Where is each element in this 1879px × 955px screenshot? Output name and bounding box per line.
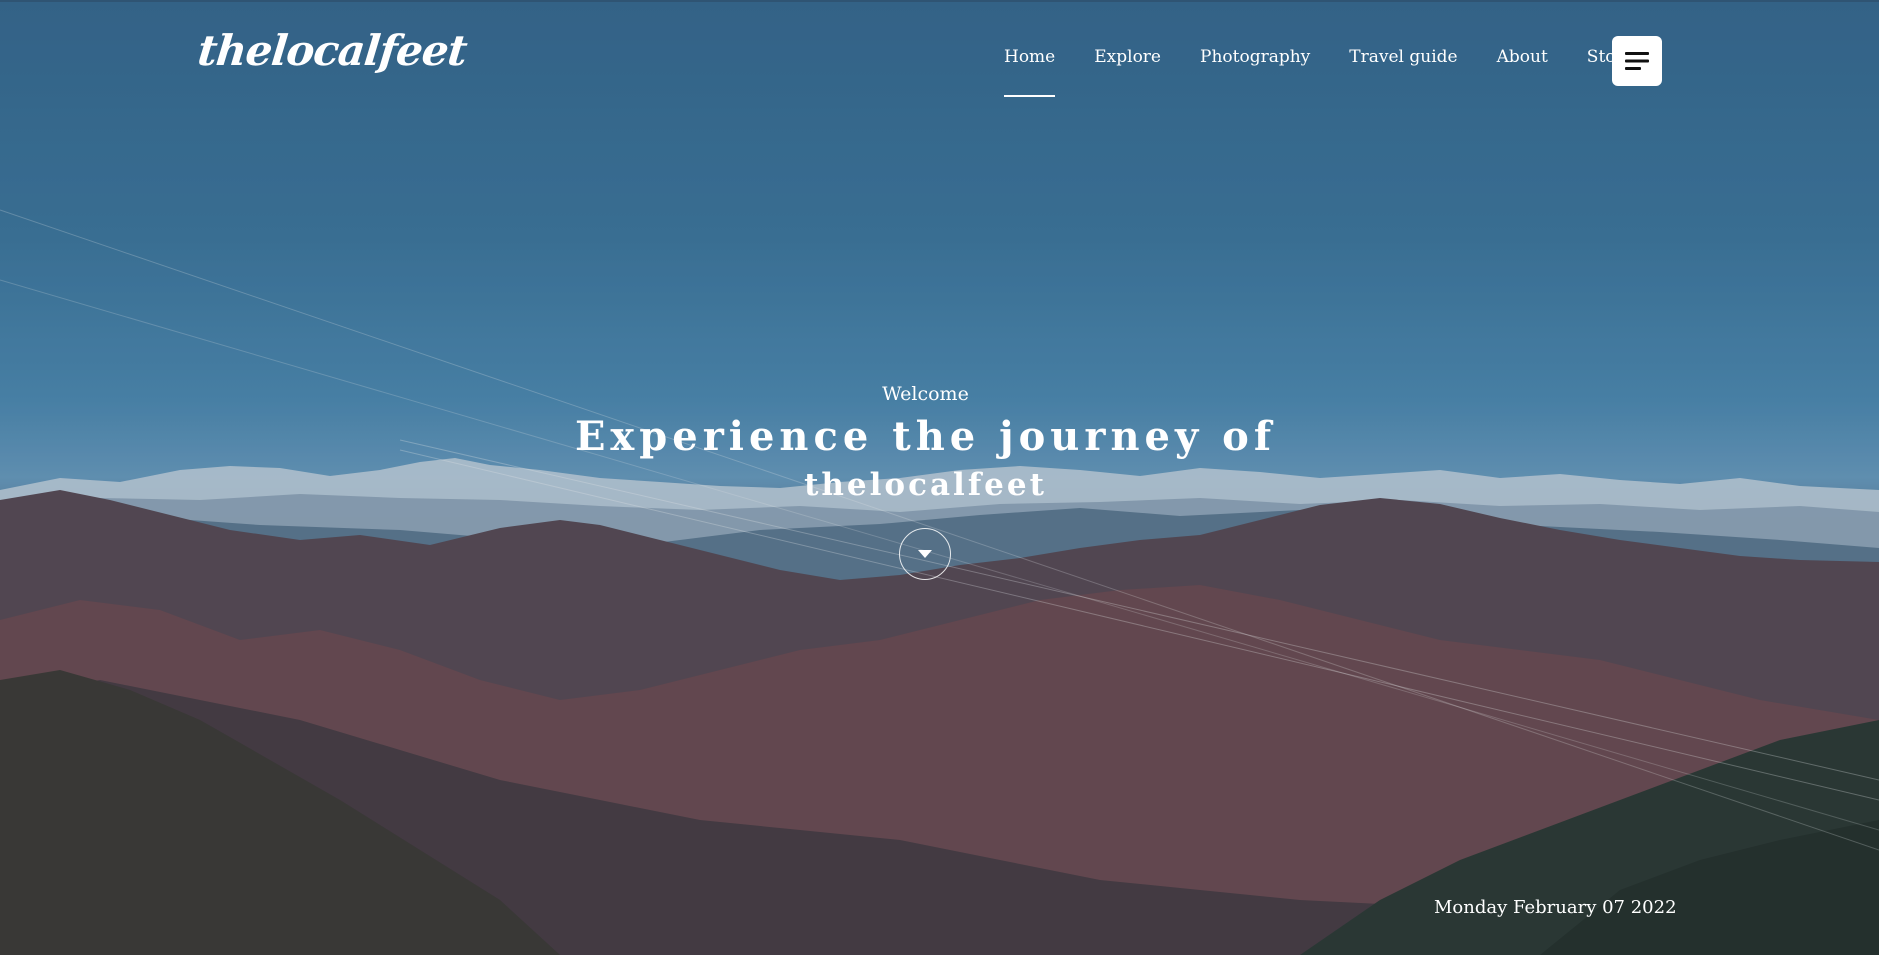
- hero-headline-line1: Experience the journey of: [574, 413, 1277, 460]
- nav-item-explore[interactable]: Explore: [1094, 47, 1161, 67]
- hero-headline: Experience the journey of thelocalfeet: [0, 412, 1851, 510]
- hero-headline-line2: thelocalfeet: [804, 467, 1047, 503]
- site-logo[interactable]: thelocalfeet: [195, 26, 468, 75]
- caret-down-icon: [918, 550, 932, 558]
- main-navigation: Home Explore Photography Travel guide Ab…: [1004, 47, 1673, 97]
- nav-item-travel-guide[interactable]: Travel guide: [1349, 47, 1457, 67]
- top-border: [0, 0, 1879, 2]
- hero-welcome-text: Welcome: [882, 383, 969, 405]
- hero-section: thelocalfeet Home Explore Photography Tr…: [0, 0, 1879, 955]
- scroll-down-button[interactable]: [899, 528, 951, 580]
- menu-button[interactable]: [1612, 36, 1662, 86]
- nav-item-photography[interactable]: Photography: [1200, 47, 1310, 67]
- hamburger-menu-icon: [1625, 52, 1649, 70]
- nav-item-about[interactable]: About: [1497, 47, 1548, 67]
- nav-item-home[interactable]: Home: [1004, 47, 1056, 97]
- current-date: Monday February 07 2022: [1434, 897, 1677, 918]
